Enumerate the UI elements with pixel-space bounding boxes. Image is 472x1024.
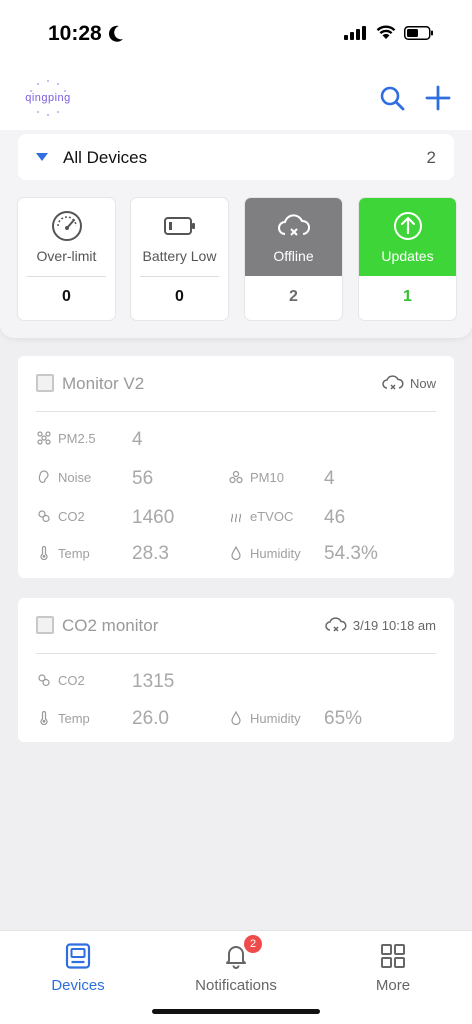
co2-icon xyxy=(36,508,52,524)
cellular-signal-icon xyxy=(344,25,366,40)
particles-icon xyxy=(228,469,244,485)
system-icons xyxy=(344,25,434,40)
add-device-button[interactable] xyxy=(424,84,452,112)
metric-temp: Temp xyxy=(36,545,90,561)
particles-icon xyxy=(36,430,52,446)
vapor-icon xyxy=(228,508,244,524)
metric-humidity: Humidity xyxy=(228,545,301,561)
metric-temp-value: 26.0 xyxy=(132,708,169,729)
tab-devices[interactable]: Devices xyxy=(18,941,138,994)
metric-temp-value: 28.3 xyxy=(132,543,169,564)
tab-notifications-label: Notifications xyxy=(195,977,277,994)
water-drop-icon xyxy=(228,710,244,726)
tab-more[interactable]: More xyxy=(333,941,453,994)
over-limit-tile[interactable]: Over-limit 0 xyxy=(18,198,115,320)
dropdown-triangle-icon xyxy=(36,153,48,161)
device-status-text: 3/19 10:18 am xyxy=(352,617,436,633)
moon-icon xyxy=(108,25,123,42)
card-divider xyxy=(36,653,436,654)
device-card-monitor-v2[interactable]: Monitor V2 Now PM2.5 4 Noise 56 PM10 4 C… xyxy=(18,356,454,578)
metric-pm25-value: 4 xyxy=(132,429,143,450)
app-header: qingping xyxy=(0,70,472,130)
cloud-offline-icon xyxy=(382,375,404,390)
tab-notifications[interactable]: 2 Notifications xyxy=(176,935,296,994)
device-group-count: 2 xyxy=(426,148,436,167)
metric-etvoc-value: 46 xyxy=(324,507,346,528)
tab-devices-label: Devices xyxy=(51,977,105,994)
cloud-offline-icon xyxy=(245,208,342,244)
metric-humidity-value: 65% xyxy=(324,708,363,729)
metric-temp: Temp xyxy=(36,710,90,726)
bell-icon: 2 xyxy=(176,935,296,971)
offline-count: 2 xyxy=(289,288,298,305)
device-group-selector[interactable]: All Devices 2 xyxy=(18,134,454,180)
home-indicator xyxy=(152,1009,320,1014)
over-limit-label: Over-limit xyxy=(36,248,97,264)
offline-label: Offline xyxy=(273,248,314,264)
metric-humidity: Humidity xyxy=(228,710,301,726)
metric-co2-value: 1315 xyxy=(132,671,175,692)
device-name: Monitor V2 xyxy=(62,374,145,393)
status-time: 10:28 xyxy=(48,22,102,45)
updates-tile[interactable]: Updates 1 xyxy=(359,198,456,320)
device-card-co2-monitor[interactable]: CO2 monitor 3/19 10:18 am CO2 1315 Temp … xyxy=(18,598,454,742)
battery-low-count: 0 xyxy=(175,288,184,305)
metric-pm10: PM10 xyxy=(228,469,284,485)
battery-low-tile[interactable]: Battery Low 0 xyxy=(131,198,228,320)
card-divider xyxy=(36,411,436,412)
over-limit-count: 0 xyxy=(62,288,71,305)
metric-co2: CO2 xyxy=(36,672,85,688)
metric-co2-value: 1460 xyxy=(132,507,175,528)
co2-icon xyxy=(36,672,52,688)
tile-divider xyxy=(27,276,106,277)
logo-text: qingping xyxy=(25,92,71,104)
battery-low-label: Battery Low xyxy=(142,248,217,264)
water-drop-icon xyxy=(228,545,244,561)
device-status-text: Now xyxy=(409,375,436,391)
ear-icon xyxy=(36,469,52,485)
device-status: 3/19 10:18 am xyxy=(325,616,436,634)
metric-pm10-value: 4 xyxy=(324,468,335,489)
search-button[interactable] xyxy=(378,84,406,112)
upload-circle-icon xyxy=(359,208,456,244)
tile-divider xyxy=(140,276,219,277)
metric-pm25: PM2.5 xyxy=(36,430,96,446)
status-bar: 10:28 xyxy=(0,0,472,70)
qingping-logo: qingping xyxy=(20,78,76,118)
gauge-icon xyxy=(18,208,115,244)
thermometer-icon xyxy=(36,545,52,561)
thermometer-icon xyxy=(36,710,52,726)
wifi-icon xyxy=(376,25,396,39)
tab-more-label: More xyxy=(375,977,411,994)
metric-etvoc: eTVOC xyxy=(228,508,293,524)
metric-co2: CO2 xyxy=(36,508,85,524)
offline-tile[interactable]: Offline 2 xyxy=(245,198,342,320)
devices-icon xyxy=(18,941,138,971)
grid-icon xyxy=(333,941,453,971)
updates-label: Updates xyxy=(381,248,434,264)
device-name: CO2 monitor xyxy=(62,616,159,635)
updates-count: 1 xyxy=(403,288,412,305)
metric-humidity-value: 54.3% xyxy=(324,543,378,564)
device-checkbox[interactable] xyxy=(36,374,54,392)
battery-icon xyxy=(131,208,228,244)
device-checkbox[interactable] xyxy=(36,616,54,634)
metric-noise-value: 56 xyxy=(132,468,154,489)
device-group-label: All Devices xyxy=(63,148,148,167)
notification-badge: 2 xyxy=(244,935,262,953)
metric-noise: Noise xyxy=(36,469,91,485)
device-status: Now xyxy=(382,374,436,392)
cloud-offline-icon xyxy=(325,617,347,632)
battery-status-icon xyxy=(404,25,433,40)
